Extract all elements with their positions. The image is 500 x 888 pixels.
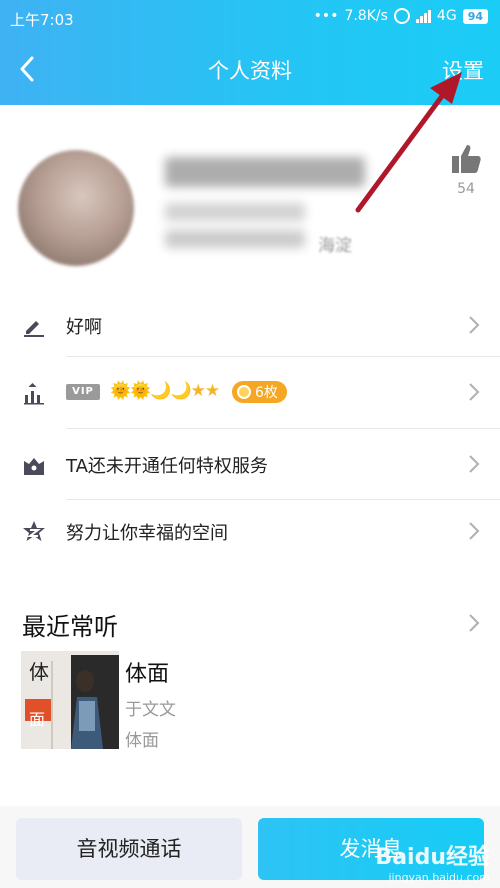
chevron-right-icon	[469, 455, 480, 473]
privilege-label: TA还未开通任何特权服务	[66, 456, 268, 477]
watermark-brand: Baidu经验	[375, 845, 490, 870]
cover-char-2: 面	[29, 710, 45, 729]
video-call-button[interactable]: 音视频通话	[16, 818, 242, 880]
account-blurred	[165, 203, 305, 221]
page-title: 个人资料	[208, 59, 292, 83]
header: 上午7:03 ••• 7.8K/s 4G 94 个人资料 设置	[0, 0, 500, 105]
medal-count: 6枚	[255, 385, 278, 401]
nickname-blurred	[165, 157, 365, 187]
song-artist: 于文文	[125, 700, 176, 720]
signal-dots-icon: •••	[313, 8, 339, 24]
level-icons: 🌞🌞🌙🌙★★	[110, 381, 220, 401]
coin-icon	[237, 385, 251, 399]
cover-char-1: 体	[29, 660, 49, 684]
avatar[interactable]	[18, 150, 134, 266]
level-up-icon	[24, 383, 44, 405]
watermark-url: jingyan.baidu.com	[388, 871, 490, 884]
privilege-row[interactable]: TA还未开通任何特权服务	[0, 432, 500, 498]
city-label: 海淀	[318, 236, 352, 256]
network-type: 4G	[436, 8, 457, 24]
vip-tag: VIP	[66, 384, 100, 400]
like-count: 54	[457, 181, 475, 197]
crown-icon	[24, 458, 44, 475]
like-button[interactable]: 54	[448, 143, 484, 197]
pencil-icon	[24, 321, 44, 337]
nav-bar: 个人资料 设置	[0, 36, 500, 104]
alarm-icon	[393, 8, 410, 24]
album-cover[interactable]: 体 面	[21, 651, 119, 749]
status-right: ••• 7.8K/s 4G 94	[314, 8, 488, 24]
level-row[interactable]: VIP 🌞🌞🌙🌙★★ 6枚	[0, 360, 500, 426]
signature-label: 好啊	[66, 317, 102, 338]
network-speed: 7.8K/s	[344, 8, 388, 24]
recent-section-title: 最近常听	[22, 613, 118, 641]
divider	[66, 356, 500, 357]
divider	[66, 428, 500, 429]
info-blurred	[165, 230, 305, 248]
thumbs-up-icon	[452, 145, 481, 173]
qzone-label: 努力让你幸福的空间	[66, 523, 228, 544]
chevron-right-icon	[469, 383, 480, 401]
chevron-right-icon	[469, 522, 480, 540]
album-art: 体 面	[21, 651, 119, 749]
chevron-right-icon	[469, 316, 480, 334]
qzone-star-icon	[23, 521, 45, 541]
signal-bars-icon	[415, 9, 431, 23]
song-title[interactable]: 体面	[125, 656, 169, 688]
battery-icon: 94	[462, 8, 488, 24]
qzone-row[interactable]: 努力让你幸福的空间	[0, 499, 500, 565]
status-time: 上午7:03	[10, 11, 74, 29]
song-album: 体面	[125, 731, 159, 751]
chevron-right-icon[interactable]	[468, 613, 480, 633]
settings-button[interactable]: 设置	[442, 55, 484, 85]
medal-count-badge: 6枚	[232, 381, 287, 403]
status-bar: 上午7:03 ••• 7.8K/s 4G 94	[0, 0, 500, 36]
signature-row[interactable]: 好啊	[0, 293, 500, 359]
watermark: Baidu经验 jingyan.baidu.com	[375, 839, 490, 884]
profile-card: 海淀 54	[0, 105, 500, 295]
